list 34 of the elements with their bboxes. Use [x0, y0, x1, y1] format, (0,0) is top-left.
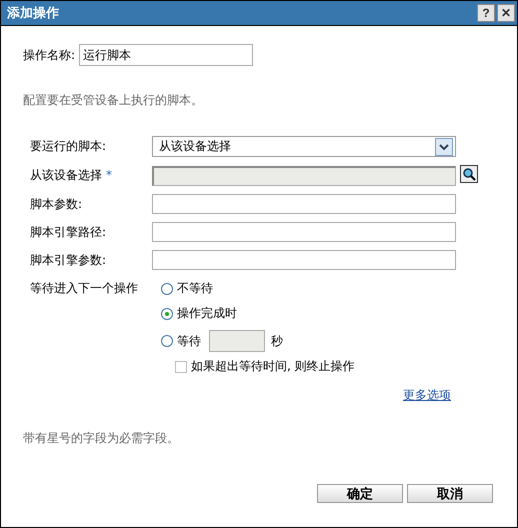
- required-mark: *: [106, 168, 112, 182]
- option-label: 操作完成时: [177, 305, 237, 322]
- close-button[interactable]: ✕: [497, 4, 515, 22]
- field-label: 从该设备选择: [30, 168, 102, 182]
- input-field[interactable]: 运行脚本: [79, 44, 254, 66]
- select-value: 从该设备选择: [159, 138, 231, 155]
- script-select[interactable]: 从该设备选择: [152, 136, 456, 157]
- search-icon[interactable]: [460, 165, 478, 183]
- required-note: 带有星号的字段为必需字段。: [23, 430, 180, 447]
- caret-icon: [435, 138, 453, 156]
- description-text: 配置要在受管设备上执行的脚本。: [23, 92, 204, 109]
- field-label: 要运行的脚本:: [30, 139, 106, 153]
- radio-button[interactable]: [161, 308, 173, 320]
- checkbox[interactable]: [175, 360, 187, 372]
- dialog-button[interactable]: 确定: [317, 484, 403, 503]
- option-label: 不等待: [177, 280, 213, 297]
- field-label: 脚本引擎参数:: [30, 252, 106, 266]
- field-label: 操作名称:: [23, 46, 76, 64]
- field-label: 等待进入下一个操作: [30, 280, 139, 297]
- field-label: 脚本参数:: [30, 196, 82, 210]
- radio-button[interactable]: [161, 282, 173, 294]
- more-options-link[interactable]: 更多选项: [403, 387, 451, 404]
- radio-button[interactable]: [161, 335, 173, 347]
- unit-label: 秒: [271, 332, 283, 350]
- help-button[interactable]: ?: [477, 4, 495, 22]
- input-field[interactable]: [152, 250, 456, 270]
- input-field[interactable]: [152, 222, 456, 242]
- field-label: 脚本引擎路径:: [30, 224, 106, 238]
- dialog-button[interactable]: 取消: [407, 484, 493, 503]
- input-field[interactable]: [209, 330, 265, 352]
- checkbox-label: 如果超出等待时间, 则终止操作: [191, 358, 355, 375]
- window-title: 添加操作: [7, 5, 59, 22]
- input-field[interactable]: [152, 194, 456, 214]
- option-label: 等待: [177, 332, 201, 350]
